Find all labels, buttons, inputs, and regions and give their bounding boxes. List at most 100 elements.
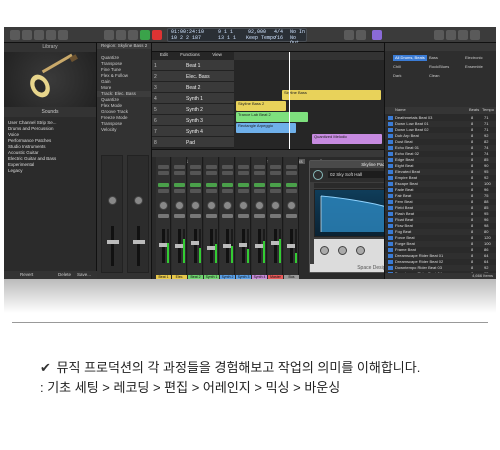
plugin-slot[interactable]: [190, 165, 201, 169]
tuner-icon[interactable]: [372, 30, 382, 40]
track-header[interactable]: 1 Beat 1: [152, 60, 234, 71]
plugin-slot[interactable]: [222, 165, 233, 169]
plugin-slot[interactable]: [254, 165, 265, 169]
output-slot[interactable]: [206, 189, 217, 193]
record-button[interactable]: [152, 30, 162, 40]
column-tempo[interactable]: Tempo: [482, 107, 494, 113]
output-slot[interactable]: [190, 189, 201, 193]
filter-button[interactable]: All Drums, Beats: [393, 55, 427, 61]
output-slot[interactable]: [238, 189, 249, 193]
region[interactable]: Quantized Melodic: [312, 134, 382, 144]
track-header[interactable]: 3 Beat 2: [152, 82, 234, 93]
filter-button[interactable]: Chill: [393, 64, 401, 70]
plugin-slot[interactable]: [238, 171, 249, 175]
filter-button[interactable]: Rock/Blues: [429, 64, 449, 70]
plugin-slot[interactable]: [270, 171, 281, 175]
plugin-slot[interactable]: [238, 165, 249, 169]
mute-button[interactable]: [158, 214, 169, 218]
filter-button[interactable]: Bass: [429, 55, 438, 61]
send-slot[interactable]: [238, 183, 249, 187]
list-editors-icon[interactable]: [434, 30, 444, 40]
browsers-icon[interactable]: [470, 30, 480, 40]
plugin-slot[interactable]: [206, 165, 217, 169]
tracks-view-menu[interactable]: View: [212, 52, 222, 57]
tracks-edit-menu[interactable]: Edit: [160, 52, 168, 57]
column-name[interactable]: Name: [395, 107, 406, 113]
track-header[interactable]: 2 Elec. Bass: [152, 71, 234, 82]
smart-controls-icon[interactable]: [34, 30, 44, 40]
mute-button[interactable]: [286, 214, 297, 218]
pan-knob[interactable]: [207, 201, 216, 210]
track-header[interactable]: 5 Synth 2: [152, 104, 234, 115]
library-item[interactable]: Legacy: [8, 168, 92, 174]
tracks-functions-menu[interactable]: Functions: [180, 52, 200, 57]
fader-track[interactable]: [111, 226, 114, 266]
pan-knob[interactable]: [108, 196, 117, 205]
output-slot[interactable]: [174, 189, 185, 193]
count-in-icon[interactable]: [356, 30, 366, 40]
mute-button[interactable]: [254, 214, 265, 218]
pan-knob[interactable]: [175, 201, 184, 210]
stop-icon[interactable]: [128, 30, 138, 40]
fader-track[interactable]: [194, 229, 197, 263]
mute-button[interactable]: [190, 214, 201, 218]
mute-button[interactable]: [270, 214, 281, 218]
plugin-slot[interactable]: [190, 171, 201, 175]
size-knob[interactable]: [320, 246, 329, 255]
pan-knob[interactable]: [271, 201, 280, 210]
plugin-slot[interactable]: [158, 171, 169, 175]
mute-button[interactable]: [174, 214, 185, 218]
pan-knob[interactable]: [255, 201, 264, 210]
pan-knob[interactable]: [287, 201, 296, 210]
play-button[interactable]: [140, 30, 150, 40]
fader-track[interactable]: [274, 229, 277, 263]
editors-toggle-icon[interactable]: [58, 30, 68, 40]
plugin-slot[interactable]: [174, 165, 185, 169]
track-header[interactable]: 6 Synth 3: [152, 115, 234, 126]
send-slot[interactable]: [286, 183, 297, 187]
output-slot[interactable]: [158, 189, 169, 193]
send-slot[interactable]: [158, 183, 169, 187]
filter-button[interactable]: Ensemble: [465, 64, 483, 70]
bar-ruler[interactable]: [234, 52, 384, 60]
pan-knob[interactable]: [191, 201, 200, 210]
preset-selector[interactable]: 02 Sky Soft Hall: [328, 171, 388, 178]
rewind-icon[interactable]: [104, 30, 114, 40]
send-slot[interactable]: [254, 183, 265, 187]
forward-icon[interactable]: [116, 30, 126, 40]
region-inspector-title[interactable]: Region: Skyline Bass 2: [97, 43, 151, 49]
pan-knob[interactable]: [134, 196, 143, 205]
send-slot[interactable]: [190, 183, 201, 187]
plugin-slot[interactable]: [286, 171, 297, 175]
plugin-slot[interactable]: [206, 171, 217, 175]
filter-button[interactable]: Dark: [393, 73, 401, 79]
region[interactable]: Skyline Bass: [282, 90, 381, 100]
plugin-slot[interactable]: [286, 165, 297, 169]
output-slot[interactable]: [254, 189, 265, 193]
track-header[interactable]: 8 Pad: [152, 137, 234, 148]
send-slot[interactable]: [270, 183, 281, 187]
delete-button[interactable]: Delete: [58, 271, 71, 279]
fader-track[interactable]: [137, 226, 140, 266]
metronome-icon[interactable]: [344, 30, 354, 40]
mute-button[interactable]: [206, 214, 217, 218]
send-slot[interactable]: [222, 183, 233, 187]
loop-browser-icon[interactable]: [458, 30, 468, 40]
note-pad-icon[interactable]: [446, 30, 456, 40]
volume-fader[interactable]: [107, 240, 119, 244]
filter-button[interactable]: Clean: [429, 73, 439, 79]
pan-knob[interactable]: [159, 201, 168, 210]
send-slot[interactable]: [206, 183, 217, 187]
pan-knob[interactable]: [239, 201, 248, 210]
playhead[interactable]: [289, 52, 290, 149]
output-slot[interactable]: [222, 189, 233, 193]
filter-button[interactable]: Electronic: [465, 55, 483, 61]
region[interactable]: Skyline Bass 2: [236, 101, 286, 111]
plugin-slot[interactable]: [222, 171, 233, 175]
volume-fader[interactable]: [133, 240, 145, 244]
mute-button[interactable]: [222, 214, 233, 218]
track-header[interactable]: 7 Synth 4: [152, 126, 234, 137]
density-knob[interactable]: [338, 246, 347, 255]
mixer-toggle-icon[interactable]: [46, 30, 56, 40]
plugin-slot[interactable]: [254, 171, 265, 175]
